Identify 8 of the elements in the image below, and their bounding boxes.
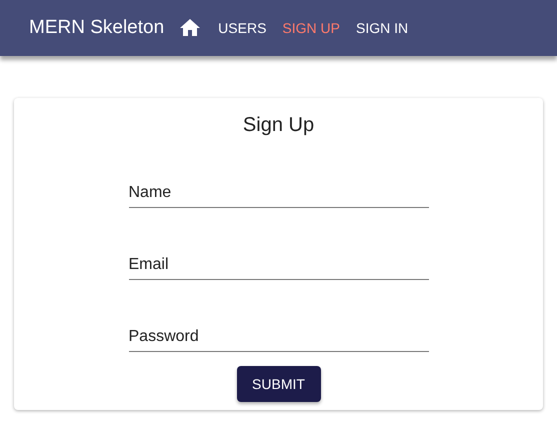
nav-link[interactable]: SIGN IN <box>348 12 416 44</box>
input-field[interactable]: Password <box>128 322 428 352</box>
submit-button[interactable]: SUBMIT <box>236 366 320 402</box>
card-title: Sign Up <box>242 113 314 138</box>
input-field[interactable]: Email <box>128 250 428 280</box>
input-field[interactable]: Name <box>128 178 428 208</box>
app-title: MERN Skeleton <box>29 16 164 40</box>
nav-link[interactable]: USERS <box>210 12 274 44</box>
